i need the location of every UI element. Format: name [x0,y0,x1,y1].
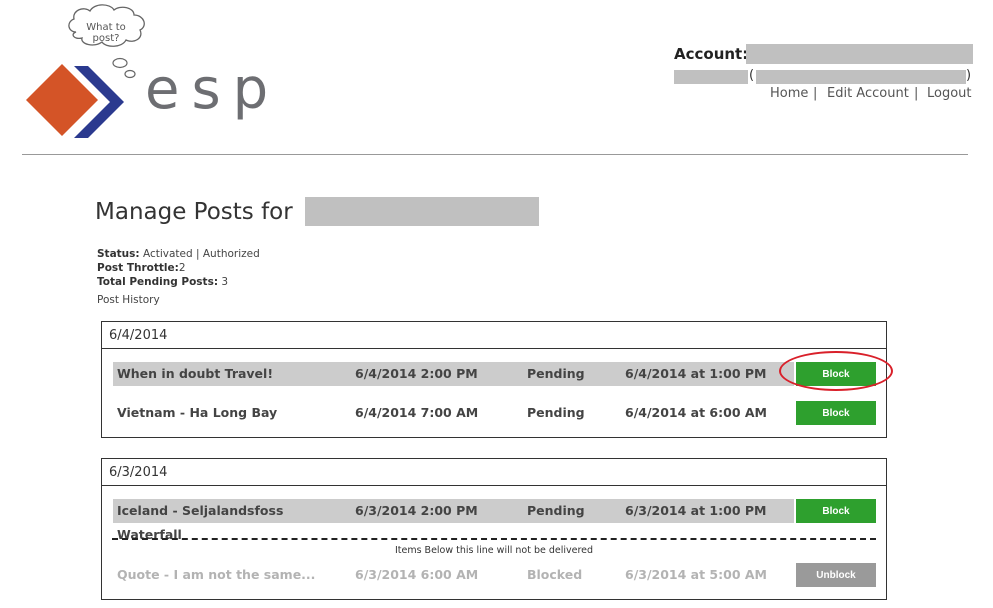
throttle-line: Post Throttle:2 [97,262,186,274]
delivery-cutoff-divider [112,538,876,540]
account-user-redacted [674,70,748,84]
page-title: Manage Posts for [95,199,293,225]
post-title: Iceland - Seljalandsfoss Waterfall [113,499,351,542]
page-title-redacted [305,197,539,226]
status-line: Status: Activated | Authorized [97,248,260,260]
group-date: 6/4/2014 [109,328,168,343]
account-label: Account: [674,45,749,63]
post-scheduled: 6/3/2014 6:00 AM [355,567,479,582]
group-date: 6/3/2014 [109,465,168,480]
open-paren: ( [749,68,755,83]
post-title: Vietnam - Ha Long Bay [117,405,278,420]
post-scheduled: 6/3/2014 2:00 PM [351,499,523,523]
close-paren: ) [966,68,972,83]
post-status: Pending [527,405,585,420]
post-group: 6/4/2014 When in doubt Travel! 6/4/2014 … [101,321,887,438]
header-divider [22,154,968,155]
post-created: 6/4/2014 at 1:00 PM [621,362,794,386]
highlight-circle [779,351,893,391]
group-header-divider [102,485,886,486]
pending-line: Total Pending Posts: 3 [97,276,229,288]
post-status: Blocked [527,567,583,582]
group-header-divider [102,348,886,349]
post-scheduled: 6/4/2014 7:00 AM [355,405,479,420]
nav-separator: | [914,86,919,101]
post-status: Pending [523,499,621,523]
block-button[interactable]: Block [796,499,876,523]
nav-home-link[interactable]: Home [770,86,808,101]
block-button[interactable]: Block [796,401,876,425]
post-scheduled: 6/4/2014 2:00 PM [351,362,523,386]
nav-logout-link[interactable]: Logout [927,86,972,101]
logo-wordmark: esp [145,57,281,122]
nav-edit-account-link[interactable]: Edit Account [827,86,909,101]
post-history-label: Post History [97,294,160,306]
post-created: 6/4/2014 at 6:00 AM [625,405,767,420]
post-created: 6/3/2014 at 1:00 PM [621,499,794,523]
post-group: 6/3/2014 Iceland - Seljalandsfoss Waterf… [101,458,887,600]
post-title: Quote - I am not the same... [117,567,316,582]
esp-logo-icon [26,64,124,138]
cloud-text: What to post? [86,22,126,44]
unblock-button[interactable]: Unblock [796,563,876,587]
post-status: Pending [523,362,621,386]
account-name-redacted [746,44,973,64]
account-email-redacted [756,70,966,84]
post-created: 6/3/2014 at 5:00 AM [625,567,767,582]
post-title: When in doubt Travel! [113,362,351,386]
nav-separator: | [813,86,818,101]
delivery-cutoff-note: Items Below this line will not be delive… [394,545,594,556]
